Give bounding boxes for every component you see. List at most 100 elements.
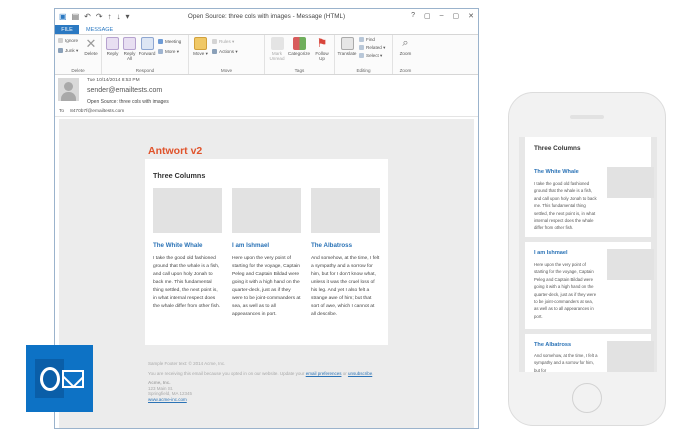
translate-icon <box>340 37 354 50</box>
sender-avatar <box>58 78 79 101</box>
actions-button[interactable]: Actions ▾ <box>212 49 238 55</box>
column-text: I take the good old fashioned ground tha… <box>153 256 221 309</box>
phone-item-title: The White Whale <box>534 169 579 175</box>
phone-item-title: The Albatross <box>534 342 572 348</box>
more-icon <box>158 49 163 54</box>
find-icon <box>359 37 364 42</box>
footer-company: Acme, Inc. <box>148 380 171 386</box>
flag-icon: ⚑ <box>316 36 328 50</box>
group-label-editing: Editing <box>356 68 371 73</box>
close-button[interactable]: ✕ <box>468 12 474 20</box>
actions-icon <box>212 49 217 54</box>
column-text: Here upon the very point of starting for… <box>232 256 301 317</box>
select-icon <box>359 53 364 58</box>
phone-card-3: The Albatross And somehow, at the time, … <box>525 334 654 372</box>
message-recipients: To 8470b7f@emailtests.com <box>59 109 124 114</box>
forward-button[interactable]: Forward <box>138 37 156 56</box>
ribbon-group-tags: Mark Unread Categorize ⚑ Follow Up Tags <box>265 35 335 74</box>
delete-x-icon: ✕ <box>85 36 97 51</box>
outlook-envelope-icon <box>62 370 84 388</box>
reply-all-button[interactable]: Reply All <box>122 37 137 61</box>
phone-home-button[interactable] <box>572 383 602 413</box>
maximize-button[interactable]: ▢ <box>453 12 460 20</box>
zoom-button[interactable]: ⌕ Zoom <box>396 37 415 56</box>
translate-button[interactable]: Translate <box>337 37 357 56</box>
footer-address: Acme, Inc. 123 Main St. Springfield, MA … <box>148 380 388 402</box>
mark-unread-button[interactable]: Mark Unread <box>267 37 287 61</box>
footer-city: Springfield, MA 12345 <box>148 391 193 397</box>
follow-up-button[interactable]: ⚑ Follow Up <box>312 36 332 62</box>
message-subject: Open Source: three cols with images <box>87 99 169 105</box>
phone-image-placeholder <box>607 341 654 372</box>
ribbon: Ignore Junk ▾ ✕ Delete Delete Reply Repl… <box>55 35 478 75</box>
group-label-zoom: Zoom <box>399 68 412 73</box>
image-placeholder <box>153 188 222 233</box>
meeting-icon <box>158 39 163 44</box>
column-3: The Albatross And somehow, at the time, … <box>311 188 380 319</box>
ribbon-group-zoom: ⌕ Zoom Zoom <box>393 35 418 74</box>
window-controls: ? ▢ – ▢ ✕ <box>411 12 474 20</box>
phone-mockup: Three Columns The White Whale I take the… <box>508 92 666 426</box>
envelope-icon <box>270 37 284 50</box>
recipient-address[interactable]: 8470b7f@emailtests.com <box>70 109 124 114</box>
rules-icon <box>212 39 217 44</box>
meeting-button[interactable]: Meeting <box>158 39 181 45</box>
reply-all-icon <box>123 37 136 50</box>
find-button[interactable]: Find <box>359 37 375 43</box>
ribbon-group-delete: Ignore Junk ▾ ✕ Delete Delete <box>55 35 102 74</box>
column-2: I am Ishmael Here upon the very point of… <box>232 188 301 319</box>
message-sender[interactable]: sender@emailtests.com <box>87 87 162 94</box>
phone-item-title: I am Ishmael <box>534 250 568 256</box>
group-label-tags: Tags <box>294 68 305 73</box>
junk-icon <box>58 48 63 53</box>
phone-card-2: I am Ishmael Here upon the very point of… <box>525 242 654 329</box>
reply-icon <box>106 37 119 50</box>
tab-message[interactable]: MESSAGE <box>79 25 121 34</box>
unsubscribe-link[interactable]: unsubscribe <box>348 371 372 376</box>
ribbon-group-move: Move ▾ Rules ▾ Actions ▾ Move <box>189 35 265 74</box>
image-placeholder <box>232 188 301 233</box>
ignore-icon <box>58 38 63 43</box>
email-content-card: Three Columns The White Whale I take the… <box>145 159 388 345</box>
phone-item-text: I take the good old fashioned ground tha… <box>534 181 597 231</box>
magnifier-icon: ⌕ <box>402 37 409 49</box>
email-heading: Antwort v2 <box>148 145 203 157</box>
footer-sample: Sample Footer text: © 2014 Acme, Inc. <box>148 361 226 366</box>
categorize-button[interactable]: Categorize <box>287 37 311 56</box>
outlook-message-window: ▣ ▤ ↶ ↷ ↑ ↓ ▾ Open Source: three cols wi… <box>54 8 479 429</box>
outlook-o-icon <box>35 359 64 398</box>
message-date: Tue 10/14/2014 8:53 PM <box>87 78 140 83</box>
phone-item-text: Here upon the very point of starting for… <box>534 262 597 319</box>
tab-file[interactable]: FILE <box>55 25 79 34</box>
column-title: I am Ishmael <box>232 242 270 249</box>
email-footer: Sample Footer text: © 2014 Acme, Inc. Yo… <box>148 361 388 407</box>
ribbon-display-button[interactable]: ▢ <box>424 12 431 20</box>
to-label: To <box>59 109 65 114</box>
group-label-delete: Delete <box>71 68 85 73</box>
group-label-respond: Respond <box>135 68 155 73</box>
column-1: The White Whale I take the good old fash… <box>153 188 222 311</box>
reply-button[interactable]: Reply <box>105 37 120 56</box>
help-button[interactable]: ? <box>411 12 415 20</box>
rules-button[interactable]: Rules ▾ <box>212 39 234 45</box>
phone-speaker <box>570 115 604 119</box>
more-button[interactable]: More ▾ <box>158 49 179 55</box>
phone-image-placeholder <box>607 167 654 198</box>
column-title: The Albatross <box>311 242 353 249</box>
email-preferences-link[interactable]: email preferences <box>306 371 342 376</box>
group-label-move: Move <box>220 68 233 73</box>
ignore-button[interactable]: Ignore <box>58 38 78 44</box>
related-icon <box>359 45 364 50</box>
select-button[interactable]: Select ▾ <box>359 53 382 59</box>
footer-street: 123 Main St. <box>148 385 174 391</box>
column-text: And somehow, at the time, I felt a sympa… <box>311 256 380 317</box>
footer-website-link[interactable]: www.acme-inc.com <box>148 397 187 402</box>
move-button[interactable]: Move ▾ <box>192 37 209 56</box>
delete-button[interactable]: ✕ Delete <box>82 37 100 56</box>
related-button[interactable]: Related ▾ <box>359 45 385 51</box>
phone-card-1: Three Columns The White Whale I take the… <box>525 137 654 237</box>
minimize-button[interactable]: – <box>440 12 444 20</box>
junk-button[interactable]: Junk ▾ <box>58 48 78 54</box>
categorize-icon <box>292 37 306 50</box>
phone-item-text: And somehow, at the time, I felt a sympa… <box>534 353 598 372</box>
